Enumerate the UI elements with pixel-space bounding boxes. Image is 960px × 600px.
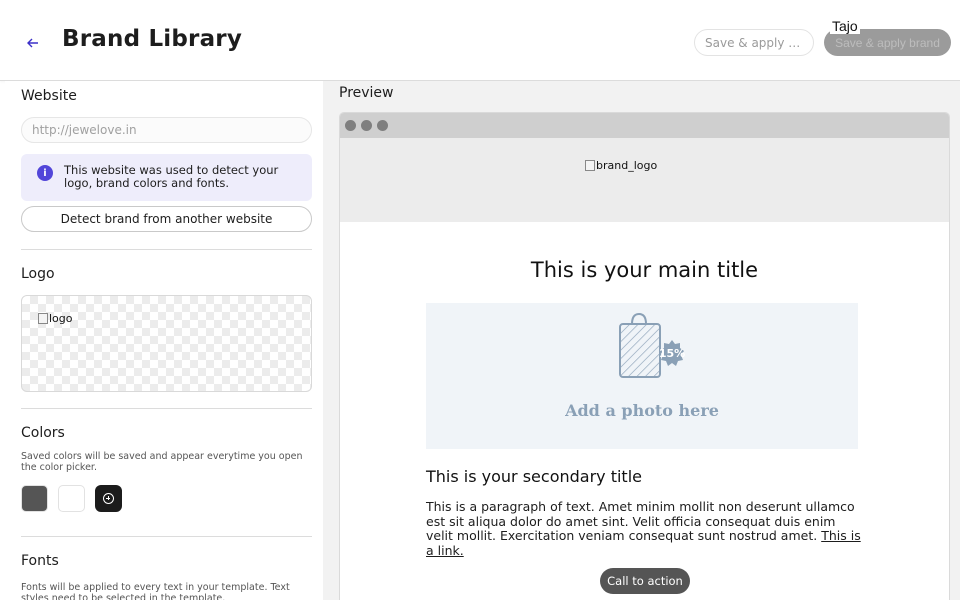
info-icon: i (37, 165, 53, 181)
add-color-button[interactable] (95, 485, 122, 512)
discount-badge-text: 15% (659, 347, 685, 360)
brand-name-input[interactable] (694, 29, 814, 56)
broken-image-icon (585, 160, 595, 171)
brand-logo-image: brand_logo (585, 159, 657, 172)
back-arrow-icon[interactable] (20, 30, 46, 56)
page-title: Brand Library (62, 26, 243, 52)
window-dot-icon (361, 120, 372, 131)
detect-brand-button[interactable]: Detect brand from another website (21, 206, 312, 232)
color-swatch[interactable] (58, 485, 85, 512)
window-dot-icon (345, 120, 356, 131)
broken-image-icon (38, 313, 48, 324)
email-preview-window: brand_logo This is your main title 15% A… (339, 112, 950, 600)
call-to-action-button[interactable]: Call to action (600, 568, 690, 594)
photo-placeholder[interactable]: 15% Add a photo here (426, 303, 858, 449)
color-swatches (21, 485, 312, 512)
preview-label: Preview (339, 85, 394, 101)
brand-logo-alt-text: brand_logo (596, 159, 658, 172)
logo-upload-area[interactable]: logo (21, 295, 312, 392)
website-info-text: This website was used to detect your log… (64, 163, 279, 190)
brand-settings-panel: Website i This website was used to detec… (5, 81, 323, 600)
fonts-hint: Fonts will be applied to every text in y… (21, 582, 290, 600)
user-name: Tajo (830, 18, 860, 34)
logo-image: logo (38, 312, 73, 325)
email-paragraph: This is a paragraph of text. Amet minim … (426, 499, 862, 558)
divider (21, 536, 312, 537)
browser-bar (340, 113, 949, 138)
shopping-bag-discount-icon: 15% (619, 312, 685, 378)
divider (21, 408, 312, 409)
email-secondary-title: This is your secondary title (426, 467, 642, 486)
paragraph-text: This is a paragraph of text. Amet minim … (426, 499, 855, 543)
website-url-input[interactable] (21, 117, 312, 143)
color-swatch[interactable] (21, 485, 48, 512)
email-main-title: This is your main title (530, 258, 759, 282)
preview-panel: Preview brand_logo This is your main tit… (323, 81, 960, 600)
divider (21, 249, 312, 250)
website-info-box: i This website was used to detect your l… (21, 154, 312, 201)
colors-section-title: Colors (21, 425, 65, 441)
website-section-title: Website (21, 88, 77, 104)
fonts-section-title: Fonts (21, 553, 59, 569)
colors-hint: Saved colors will be saved and appear ev… (21, 451, 303, 473)
email-header: brand_logo (340, 138, 949, 222)
logo-section-title: Logo (21, 266, 55, 282)
photo-placeholder-text: Add a photo here (565, 401, 719, 420)
add-circle-icon (103, 493, 114, 504)
logo-alt-text: logo (49, 312, 73, 325)
window-dot-icon (377, 120, 388, 131)
top-header: Brand Library Save & apply brand Tajo (0, 0, 960, 81)
